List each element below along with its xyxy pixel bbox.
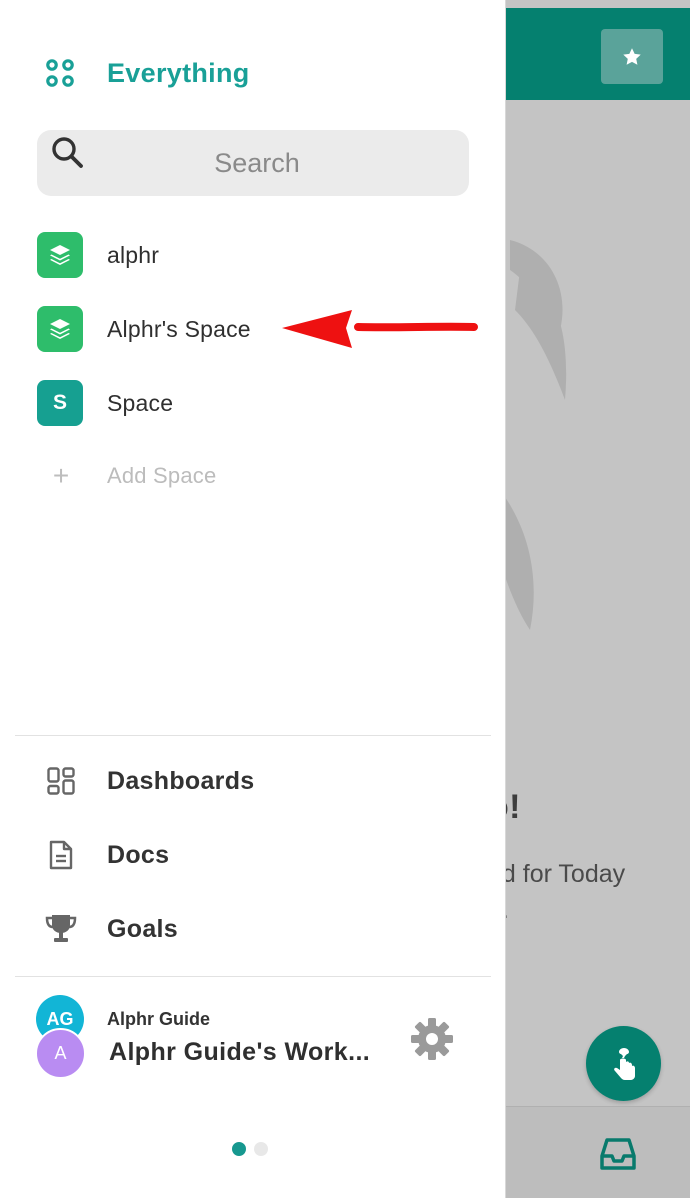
workspace-name: Alphr Guide's Work... [109,1038,371,1066]
workspace-avatar: A [35,1028,86,1079]
annotation-arrow [282,310,478,348]
navigation-drawer: Everything alphr Alphr's Space [0,0,506,1198]
section-divider [15,735,491,736]
space-label: Alphr's Space [107,315,251,342]
space-item-space[interactable]: S Space [37,380,173,426]
workspace-switcher[interactable]: AG A Alphr Guide Alphr Guide's Work... [35,995,465,1083]
page-dot[interactable] [254,1142,268,1156]
section-divider [15,976,491,977]
truncated-icon [44,0,72,2]
nav-item-dashboards[interactable]: Dashboards [44,761,254,801]
search-icon [52,137,83,168]
search-input[interactable] [97,130,417,196]
empty-state-subtext: ed for Today e. [488,860,626,924]
add-space-label: Add Space [107,463,217,488]
space-label: alphr [107,241,160,268]
nav-item-docs[interactable]: Docs [44,835,169,875]
gear-icon[interactable] [410,1017,454,1061]
search-bar[interactable] [37,130,469,196]
space-avatar-letter: S [37,380,83,426]
page-dot-active[interactable] [232,1142,246,1156]
reminder-fab[interactable] [586,1026,661,1101]
space-label: Space [107,389,174,416]
everything-label: Everything [107,57,250,88]
inbox-icon[interactable] [598,1136,638,1172]
everything-item[interactable]: Everything [36,50,250,96]
star-icon [623,47,641,65]
nav-label: Dashboards [107,766,255,795]
dashboard-grid-icon [44,764,78,798]
page-indicator [232,1142,268,1156]
nav-label: Goals [107,914,178,943]
layers-icon [37,232,83,278]
trophy-icon [44,912,78,946]
document-icon [44,838,78,872]
finger-ribbon-icon [613,1047,635,1080]
space-item-alphr[interactable]: alphr [37,232,159,278]
four-dots-icon [36,50,86,96]
plus-icon: + [52,460,70,491]
nav-item-goals[interactable]: Goals [44,909,178,949]
user-name: Alphr Guide [107,1009,210,1029]
nav-label: Docs [107,840,170,869]
add-space-button[interactable]: + Add Space [48,458,216,494]
space-item-alphrs-space[interactable]: Alphr's Space [37,306,251,352]
favorite-button[interactable] [601,29,663,84]
layers-icon [37,306,83,352]
